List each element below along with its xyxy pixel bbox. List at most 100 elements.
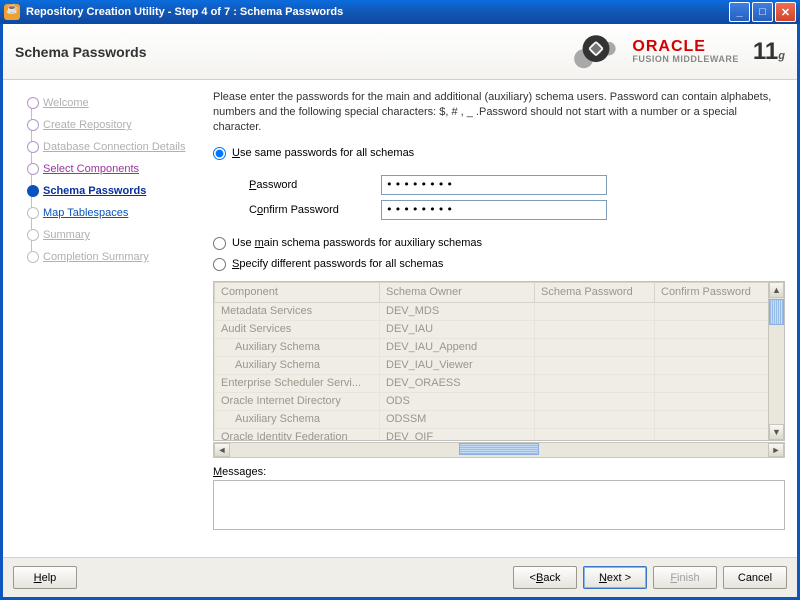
schema-table-scroll: Component Schema Owner Schema Password C… (214, 282, 768, 440)
window-title: Repository Creation Utility - Step 4 of … (26, 6, 729, 18)
messages-label: Messages: (213, 466, 785, 478)
back-button[interactable]: < Back (513, 566, 577, 589)
radio-same-passwords[interactable]: Use same passwords for all schemas (213, 147, 785, 160)
confirm-password-label: Confirm Password (249, 204, 381, 216)
table-row: Enterprise Scheduler Servi...DEV_ORAESS (215, 374, 769, 392)
table-row: Oracle Identity FederationDEV_OIF (215, 428, 769, 440)
table-row: Auxiliary SchemaDEV_IAU_Viewer (215, 356, 769, 374)
hscroll-thumb[interactable] (459, 443, 539, 455)
cell-password (535, 338, 655, 356)
cell-confirm (655, 428, 769, 440)
vscroll-thumb[interactable] (769, 299, 784, 325)
scroll-left-icon[interactable]: ◄ (214, 443, 230, 457)
cell-confirm (655, 356, 769, 374)
password-row: Password (249, 175, 785, 195)
instructions-text: Please enter the passwords for the main … (213, 90, 785, 135)
page-title: Schema Passwords (15, 44, 568, 60)
cell-component: Enterprise Scheduler Servi... (215, 374, 380, 392)
table-row: Metadata ServicesDEV_MDS (215, 302, 769, 320)
confirm-password-row: Confirm Password (249, 200, 785, 220)
help-button[interactable]: Help (13, 566, 77, 589)
version-label: 11g (753, 38, 785, 66)
scroll-down-icon[interactable]: ▼ (769, 424, 784, 440)
window-buttons: _ □ ✕ (729, 2, 796, 22)
main-panel: Please enter the passwords for the main … (201, 80, 797, 557)
radio-specify-input[interactable] (213, 258, 226, 271)
step-select-components[interactable]: Select Components (27, 158, 194, 180)
table-row: Oracle Internet DirectoryODS (215, 392, 769, 410)
cell-password (535, 428, 655, 440)
cell-component: Audit Services (215, 320, 380, 338)
th-component[interactable]: Component (215, 282, 380, 302)
cell-owner: ODS (380, 392, 535, 410)
scroll-right-icon[interactable]: ► (768, 443, 784, 457)
cell-confirm (655, 392, 769, 410)
step-db-connection: Database Connection Details (27, 136, 194, 158)
cell-component: Metadata Services (215, 302, 380, 320)
table-row: Auxiliary SchemaDEV_IAU_Append (215, 338, 769, 356)
password-fields: Password Confirm Password (249, 170, 785, 225)
vscroll-track[interactable] (769, 325, 784, 424)
cell-confirm (655, 374, 769, 392)
cell-confirm (655, 338, 769, 356)
gear-icon (568, 24, 624, 80)
step-welcome: Welcome (27, 92, 194, 114)
step-create-repository: Create Repository (27, 114, 194, 136)
sidebar: Welcome Create Repository Database Conne… (3, 80, 201, 557)
table-row: Audit ServicesDEV_IAU (215, 320, 769, 338)
next-button[interactable]: Next > (583, 566, 647, 589)
hscroll-track[interactable] (230, 443, 768, 457)
cell-owner: DEV_IAU_Viewer (380, 356, 535, 374)
cell-component: Oracle Identity Federation (215, 428, 380, 440)
cell-password (535, 356, 655, 374)
cell-password (535, 410, 655, 428)
cell-confirm (655, 410, 769, 428)
step-list: Welcome Create Repository Database Conne… (27, 92, 194, 268)
oracle-logo: ORACLE (632, 38, 739, 56)
radio-same-input[interactable] (213, 147, 226, 160)
messages-box[interactable] (213, 480, 785, 530)
cancel-button[interactable]: Cancel (723, 566, 787, 589)
cell-component: Auxiliary Schema (215, 410, 380, 428)
password-label: Password (249, 179, 381, 191)
th-confirm[interactable]: Confirm Password (655, 282, 769, 302)
th-owner[interactable]: Schema Owner (380, 282, 535, 302)
radio-main-input[interactable] (213, 237, 226, 250)
schema-table-container: Component Schema Owner Schema Password C… (213, 281, 785, 441)
header: Schema Passwords ORACLE FUSION MIDDLEWAR… (3, 24, 797, 80)
cell-confirm (655, 320, 769, 338)
cell-password (535, 392, 655, 410)
titlebar: Repository Creation Utility - Step 4 of … (0, 0, 800, 24)
brand-text: ORACLE FUSION MIDDLEWARE (632, 38, 739, 65)
maximize-button[interactable]: □ (752, 2, 773, 22)
content: Welcome Create Repository Database Conne… (3, 80, 797, 557)
close-button[interactable]: ✕ (775, 2, 796, 22)
window-body: Schema Passwords ORACLE FUSION MIDDLEWAR… (0, 24, 800, 600)
finish-button: Finish (653, 566, 717, 589)
table-row: Auxiliary SchemaODSSM (215, 410, 769, 428)
cell-owner: DEV_IAU_Append (380, 338, 535, 356)
scroll-up-icon[interactable]: ▲ (769, 282, 784, 298)
cell-owner: DEV_MDS (380, 302, 535, 320)
radio-main-label: Use main schema passwords for auxiliary … (232, 237, 482, 249)
horizontal-scrollbar[interactable]: ◄ ► (213, 442, 785, 458)
vertical-scrollbar[interactable]: ▲ ▼ (768, 282, 784, 440)
cell-password (535, 320, 655, 338)
radio-specify-passwords[interactable]: Specify different passwords for all sche… (213, 258, 785, 271)
brand: ORACLE FUSION MIDDLEWARE 11g (568, 24, 785, 80)
footer: Help < Back Next > Finish Cancel (3, 557, 797, 597)
cell-confirm (655, 302, 769, 320)
cell-component: Auxiliary Schema (215, 356, 380, 374)
step-completion-summary: Completion Summary (27, 246, 194, 268)
minimize-button[interactable]: _ (729, 2, 750, 22)
confirm-password-input[interactable] (381, 200, 607, 220)
step-map-tablespaces[interactable]: Map Tablespaces (27, 202, 194, 224)
password-input[interactable] (381, 175, 607, 195)
cell-owner: DEV_IAU (380, 320, 535, 338)
cell-component: Auxiliary Schema (215, 338, 380, 356)
th-password[interactable]: Schema Password (535, 282, 655, 302)
step-schema-passwords[interactable]: Schema Passwords (27, 180, 194, 202)
step-summary: Summary (27, 224, 194, 246)
radio-main-passwords[interactable]: Use main schema passwords for auxiliary … (213, 237, 785, 250)
radio-specify-label: Specify different passwords for all sche… (232, 258, 443, 270)
